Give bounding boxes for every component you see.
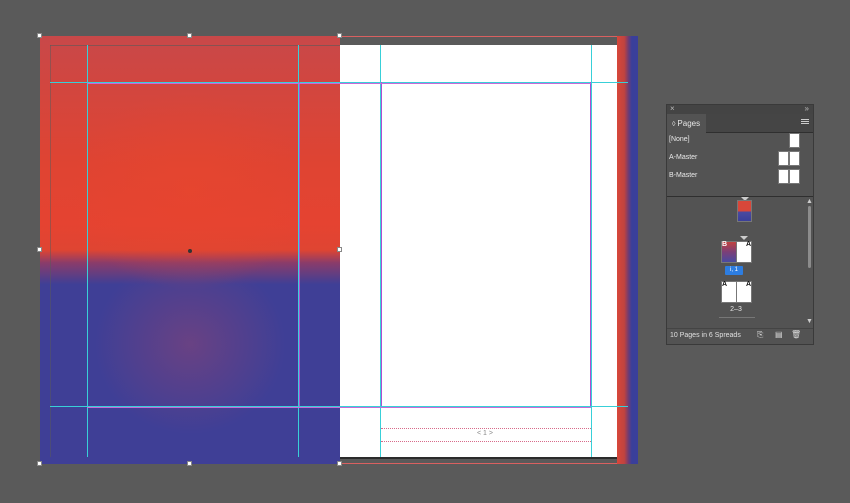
master-label: A-Master (669, 154, 698, 161)
margin-guide-left-inner (299, 82, 300, 406)
selected-spread-label: i, 1 (725, 266, 743, 275)
master-page-thumb (789, 151, 800, 166)
pages-panel: × » ◊ Pages [None] A-Master B-Master B A… (666, 104, 814, 345)
guide-cyan-v4 (591, 45, 592, 457)
margin-guide-right-outer (381, 82, 382, 406)
master-item-none[interactable]: [None] (667, 133, 813, 151)
spread-2-right-master-letter: A (746, 281, 752, 288)
frame-handle-br[interactable] (337, 461, 342, 466)
scroll-down-icon[interactable]: ▼ (806, 318, 813, 325)
spread-marker-icon (740, 236, 748, 240)
spread-1-right-master-letter: A (746, 241, 752, 248)
master-label: [None] (669, 136, 690, 143)
page-edge-top (50, 45, 340, 46)
guide-cyan-v1 (87, 45, 88, 457)
margin-guide-right-inner (590, 82, 591, 406)
master-item-b[interactable]: B-Master (667, 169, 813, 187)
panel-menu-icon[interactable] (801, 118, 809, 126)
frame-center-point (188, 249, 192, 253)
tab-pages[interactable]: ◊ Pages (667, 114, 706, 133)
frame-handle-ml[interactable] (37, 247, 42, 252)
master-item-a[interactable]: A-Master (667, 151, 813, 169)
cover-page-thumb[interactable] (737, 200, 752, 222)
scrollbar-thumb[interactable] (808, 206, 811, 268)
master-page-thumb (778, 169, 789, 184)
spread-1-left-master-letter: B (722, 241, 728, 248)
margin-guide-top (87, 83, 591, 84)
panel-title-bar[interactable] (667, 105, 813, 114)
bleed-image-edge (617, 36, 638, 464)
spread-2-label: 2–3 (730, 306, 742, 313)
delete-page-icon[interactable]: 🗑 (791, 331, 801, 339)
page-edge-left (50, 45, 51, 457)
tab-pages-label: Pages (677, 119, 701, 128)
collapse-icon[interactable]: » (805, 104, 809, 113)
edit-page-size-icon[interactable]: ⎘ (757, 331, 765, 339)
spread-divider (719, 317, 755, 318)
margin-guide-bottom (87, 407, 591, 408)
master-page-thumb (789, 133, 800, 148)
frame-handle-tr[interactable] (337, 33, 342, 38)
frame-handle-bl[interactable] (37, 461, 42, 466)
panel-divider (667, 196, 813, 197)
new-page-icon[interactable]: ▤ (775, 331, 783, 339)
frame-handle-tm[interactable] (187, 33, 192, 38)
master-label: B-Master (669, 172, 698, 179)
frame-handle-tl[interactable] (37, 33, 42, 38)
page-count-status: 10 Pages in 6 Spreads (670, 332, 741, 339)
master-page-thumb (778, 151, 789, 166)
frame-handle-mr[interactable] (337, 247, 342, 252)
page-number-marker: < 1 > (477, 430, 493, 437)
master-page-thumb (789, 169, 800, 184)
spread-2-left-master-letter: A (722, 281, 728, 288)
close-icon[interactable]: × (670, 104, 675, 113)
scroll-up-icon[interactable]: ▲ (806, 198, 813, 205)
frame-handle-bm[interactable] (187, 461, 192, 466)
